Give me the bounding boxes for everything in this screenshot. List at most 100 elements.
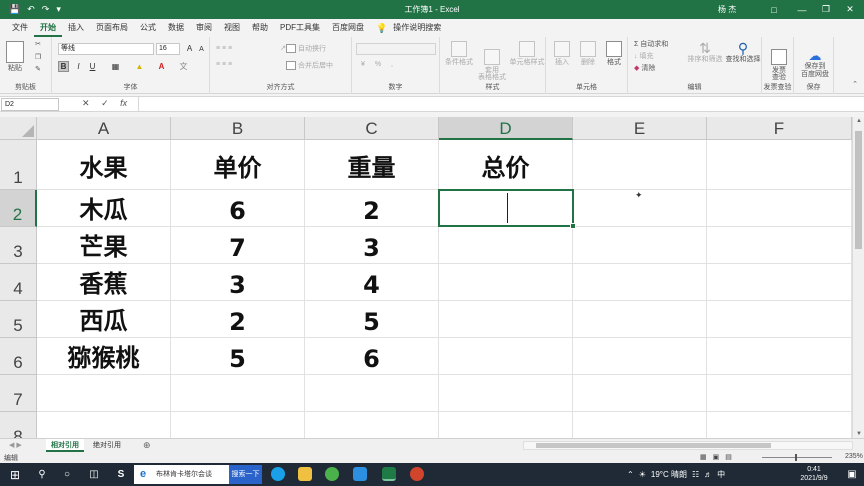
horizontal-scrollbar[interactable] [523, 441, 853, 450]
cell-c5[interactable]: 5 [305, 301, 439, 338]
insert-cells-button[interactable]: 插入 [550, 41, 574, 67]
cell-d6[interactable] [439, 338, 573, 375]
active-cell-highlight[interactable] [438, 189, 576, 229]
tab-help[interactable]: 帮助 [246, 19, 274, 37]
cell-f2[interactable] [707, 190, 852, 227]
format-as-table-button[interactable]: 套用 表格格式 [474, 41, 510, 82]
cell-d1[interactable]: 总价 [439, 140, 573, 190]
cell-e5[interactable] [573, 301, 707, 338]
ime-indicator[interactable]: 中 [717, 469, 725, 480]
invoice-check-button[interactable]: 发票 查验 [766, 41, 792, 82]
column-header-e[interactable]: E [573, 117, 707, 140]
cell-c3[interactable]: 3 [305, 227, 439, 264]
tab-insert[interactable]: 插入 [62, 19, 90, 37]
tab-view[interactable]: 视图 [218, 19, 246, 37]
windows-start-icon[interactable]: ⊞ [0, 463, 30, 486]
row-header-7[interactable]: 7 [0, 375, 37, 412]
row-header-6[interactable]: 6 [0, 338, 37, 375]
cell-e3[interactable] [573, 227, 707, 264]
delete-cells-button[interactable]: 删除 [576, 41, 600, 67]
tab-data[interactable]: 数据 [162, 19, 190, 37]
cell-f3[interactable] [707, 227, 852, 264]
cell-c4[interactable]: 4 [305, 264, 439, 301]
merge-center-button[interactable]: 合并后居中 [286, 61, 350, 70]
align-top-icons[interactable]: ≡ ≡ ≡ [216, 45, 276, 53]
font-color-icon[interactable]: A [156, 61, 167, 72]
tray-expand-icon[interactable]: ⌃ [627, 470, 634, 479]
cell-d5[interactable] [439, 301, 573, 338]
cell-a7[interactable] [37, 375, 171, 412]
format-cells-button[interactable]: 格式 [602, 41, 626, 67]
row-header-5[interactable]: 5 [0, 301, 37, 338]
cell-b6[interactable]: 5 [171, 338, 305, 375]
notification-icon[interactable]: ▣ [842, 463, 862, 486]
cell-a1[interactable]: 水果 [37, 140, 171, 190]
search-icon[interactable]: ⚲ [30, 463, 54, 486]
add-sheet-icon[interactable]: ⊕ [138, 439, 156, 452]
cell-f5[interactable] [707, 301, 852, 338]
taskbar-search-box[interactable]: 布林肯卡塔尔会谈 [134, 465, 229, 484]
volume-icon[interactable]: ♬ [704, 470, 712, 479]
select-all-button[interactable] [0, 117, 37, 140]
cell-c8[interactable] [305, 412, 439, 438]
cortana-icon[interactable]: ○ [54, 463, 80, 486]
cell-e6[interactable] [573, 338, 707, 375]
tell-me-search[interactable]: 操作说明搜索 [387, 19, 447, 37]
cell-f1[interactable] [707, 140, 852, 190]
collapse-ribbon-icon[interactable]: ⌃ [850, 81, 860, 89]
video-app-icon[interactable] [353, 467, 367, 481]
cell-d8[interactable] [439, 412, 573, 438]
cell-a5[interactable]: 西瓜 [37, 301, 171, 338]
cell-a8[interactable] [37, 412, 171, 438]
row-header-3[interactable]: 3 [0, 227, 37, 264]
align-left-icons[interactable]: ≡ ≡ ≡ [216, 61, 276, 69]
recorder-icon[interactable] [410, 467, 424, 481]
cell-c1[interactable]: 重量 [305, 140, 439, 190]
app-icon[interactable]: S [108, 463, 134, 486]
horizontal-scroll-thumb[interactable] [536, 443, 771, 448]
vertical-scrollbar[interactable]: ▲ ▼ [852, 117, 864, 438]
enter-icon[interactable]: ✓ [101, 98, 109, 108]
cut-icon[interactable]: ✂ [30, 41, 46, 49]
cell-f8[interactable] [707, 412, 852, 438]
phonetic-icon[interactable]: 文 [178, 61, 189, 72]
cell-b5[interactable]: 2 [171, 301, 305, 338]
tab-home[interactable]: 开始 [34, 20, 62, 37]
cancel-icon[interactable]: ✕ [82, 98, 90, 108]
cell-b7[interactable] [171, 375, 305, 412]
close-icon[interactable]: ✕ [838, 0, 862, 19]
cell-a2[interactable]: 木瓜 [37, 190, 171, 227]
cell-b3[interactable]: 7 [171, 227, 305, 264]
view-buttons[interactable]: ▦▣▤ [700, 453, 738, 461]
tab-page-layout[interactable]: 页面布局 [90, 19, 134, 37]
column-header-c[interactable]: C [305, 117, 439, 140]
maximize-icon[interactable]: ❐ [814, 0, 838, 19]
tab-pdf-tools[interactable]: PDF工具集 [274, 19, 326, 37]
ribbon-display-icon[interactable]: □ [762, 0, 786, 19]
minimize-icon[interactable]: — [790, 0, 814, 19]
sort-filter-button[interactable]: ⇅ 排序和筛选 [686, 40, 724, 64]
redo-icon[interactable]: ↷ [42, 5, 50, 14]
sheet-tab-relative[interactable]: 相对引用 [46, 439, 84, 452]
fill-handle[interactable] [570, 223, 576, 229]
scroll-up-icon[interactable]: ▲ [853, 118, 864, 124]
cell-c6[interactable]: 6 [305, 338, 439, 375]
file-explorer-icon[interactable] [298, 467, 312, 481]
percent-button[interactable]: % [372, 61, 384, 69]
font-size-select[interactable]: 16 [156, 43, 180, 55]
currency-icon[interactable]: ¥ [356, 61, 370, 69]
row-header-4[interactable]: 4 [0, 264, 37, 301]
underline-button[interactable]: U [87, 61, 98, 72]
cell-a6[interactable]: 猕猴桃 [37, 338, 171, 375]
cell-d4[interactable] [439, 264, 573, 301]
column-header-f[interactable]: F [707, 117, 852, 140]
undo-icon[interactable]: ↶ [27, 5, 35, 14]
cell-e1[interactable] [573, 140, 707, 190]
column-header-b[interactable]: B [171, 117, 305, 140]
zoom-level[interactable]: 235% [845, 453, 863, 460]
fill-color-icon[interactable]: ▲ [134, 61, 145, 72]
tab-baidu-netdisk[interactable]: 百度网盘 [326, 19, 370, 37]
name-box[interactable]: D2 [1, 98, 59, 111]
paste-button[interactable]: 粘贴 [4, 41, 26, 73]
bold-button[interactable]: B [58, 61, 69, 72]
